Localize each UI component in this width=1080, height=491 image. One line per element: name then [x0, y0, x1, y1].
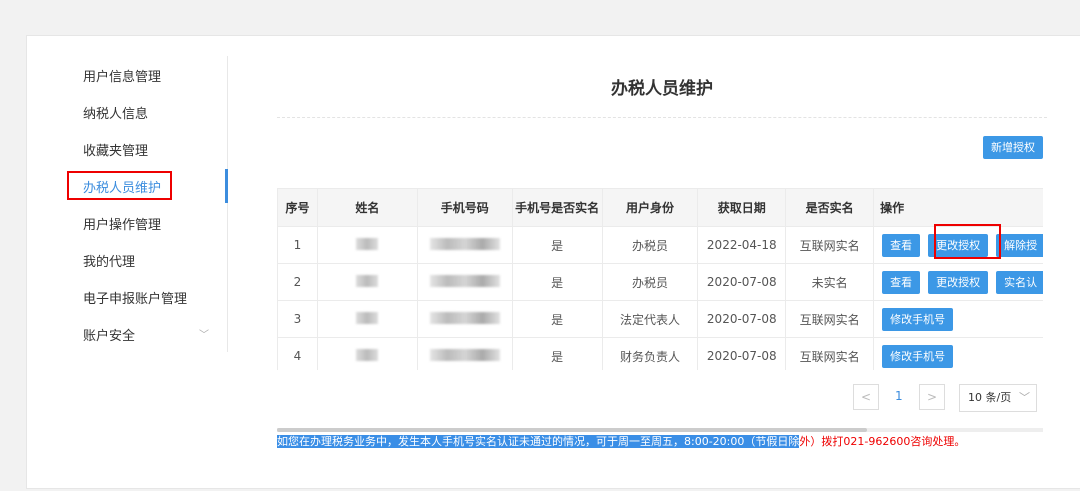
cell-no: 3 — [277, 300, 318, 338]
current-page[interactable]: 1 — [895, 389, 903, 403]
cell-phone-blurred — [416, 337, 513, 370]
change-phone-button[interactable]: 修改手机号 — [882, 344, 954, 368]
sidebar-item-security[interactable]: 账户安全 — [83, 325, 135, 344]
highlight-box — [934, 224, 1001, 259]
add-authorization-button[interactable]: 新增授权 — [983, 136, 1043, 159]
header-phone: 手机号码 — [416, 188, 513, 227]
sidebar-item-taxpayer-info[interactable]: 纳税人信息 — [83, 103, 148, 122]
staff-table: 序号 姓名 手机号码 手机号是否实名 用户身份 获取日期 是否实名 操作 1 是… — [277, 188, 1043, 370]
realname-verify-button[interactable]: 实名认 — [996, 270, 1043, 294]
cell-identity: 法定代表人 — [601, 300, 699, 338]
cell-identity: 财务负责人 — [601, 337, 699, 370]
view-button[interactable]: 查看 — [882, 270, 921, 294]
table-row: 1 是 办税员 2022-04-18 互联网实名 查看 更改授权 解除授 — [277, 226, 1043, 264]
cell-name-blurred — [316, 300, 418, 338]
sidebar: 用户信息管理 纳税人信息 收藏夹管理 办税人员维护 用户操作管理 我的代理 电子… — [27, 36, 227, 356]
cell-phone-verified: 是 — [511, 263, 603, 301]
view-button[interactable]: 查看 — [882, 233, 921, 257]
cell-no: 1 — [277, 226, 318, 264]
page-title: 办税人员维护 — [611, 79, 713, 99]
title-divider — [277, 117, 1047, 118]
cell-actions: 查看 更改授权 实名认 — [873, 263, 1043, 301]
page-size-value: 10 条/页 — [968, 391, 1012, 404]
header-date: 获取日期 — [697, 188, 787, 227]
change-phone-button[interactable]: 修改手机号 — [882, 307, 954, 331]
cell-no: 4 — [277, 337, 318, 370]
page-size-select[interactable]: 10 条/页 ﹀ — [959, 384, 1037, 412]
cell-date: 2020-07-08 — [697, 263, 787, 301]
sidebar-item-favorites[interactable]: 收藏夹管理 — [83, 140, 148, 159]
table-row: 4 是 财务负责人 2020-07-08 互联网实名 修改手机号 — [277, 337, 1043, 370]
cell-realname: 互联网实名 — [785, 300, 875, 338]
sidebar-item-user-info[interactable]: 用户信息管理 — [83, 66, 161, 85]
header-name: 姓名 — [316, 188, 418, 227]
cell-phone-blurred — [416, 300, 513, 338]
header-actions: 操作 — [873, 188, 1043, 227]
cell-identity: 办税员 — [601, 263, 699, 301]
chevron-down-icon: ﹀ — [1019, 391, 1030, 404]
prev-page-button[interactable]: < — [853, 384, 879, 410]
chevron-down-icon[interactable]: ﹀ — [199, 326, 209, 341]
sidebar-item-my-agent[interactable]: 我的代理 — [83, 251, 135, 270]
change-authorization-button[interactable]: 更改授权 — [928, 270, 989, 294]
cell-identity: 办税员 — [601, 226, 699, 264]
highlight-box — [67, 171, 172, 200]
cell-actions: 修改手机号 — [873, 337, 1043, 370]
revoke-authorization-button[interactable]: 解除授 — [996, 233, 1043, 257]
cell-phone-blurred — [416, 263, 513, 301]
table-row: 2 是 办税员 2020-07-08 未实名 查看 更改授权 实名认 — [277, 263, 1043, 301]
cell-phone-verified: 是 — [511, 226, 603, 264]
cell-name-blurred — [316, 337, 418, 370]
sidebar-divider — [227, 56, 228, 352]
cell-no: 2 — [277, 263, 318, 301]
help-notice: 如您在办理税务业务中，发生本人手机号实名认证未通过的情况，可于周一至周五，8:0… — [277, 433, 965, 449]
notice-selected-text: 如您在办理税务业务中，发生本人手机号实名认证未通过的情况，可于周一至周五，8:0… — [277, 435, 800, 448]
cell-realname: 互联网实名 — [785, 337, 875, 370]
cell-date: 2022-04-18 — [697, 226, 787, 264]
scrollbar-thumb[interactable] — [277, 428, 867, 432]
cell-actions: 修改手机号 — [873, 300, 1043, 338]
header-phone-verified: 手机号是否实名 — [511, 188, 603, 227]
sidebar-item-user-ops[interactable]: 用户操作管理 — [83, 214, 161, 233]
cell-name-blurred — [316, 226, 418, 264]
cell-date: 2020-07-08 — [697, 300, 787, 338]
cell-name-blurred — [316, 263, 418, 301]
cell-realname: 未实名 — [785, 263, 875, 301]
cell-date: 2020-07-08 — [697, 337, 787, 370]
header-no: 序号 — [277, 188, 318, 227]
cell-phone-verified: 是 — [511, 300, 603, 338]
notice-text: 外）拨打021-962600咨询处理。 — [799, 435, 966, 448]
sidebar-item-e-filing[interactable]: 电子申报账户管理 — [83, 288, 187, 307]
active-indicator — [225, 169, 228, 203]
header-identity: 用户身份 — [601, 188, 699, 227]
table-row: 3 是 法定代表人 2020-07-08 互联网实名 修改手机号 — [277, 300, 1043, 338]
main-card: 用户信息管理 纳税人信息 收藏夹管理 办税人员维护 用户操作管理 我的代理 电子… — [26, 35, 1080, 489]
cell-phone-blurred — [416, 226, 513, 264]
cell-realname: 互联网实名 — [785, 226, 875, 264]
cell-phone-verified: 是 — [511, 337, 603, 370]
next-page-button[interactable]: > — [919, 384, 945, 410]
header-realname: 是否实名 — [785, 188, 875, 227]
